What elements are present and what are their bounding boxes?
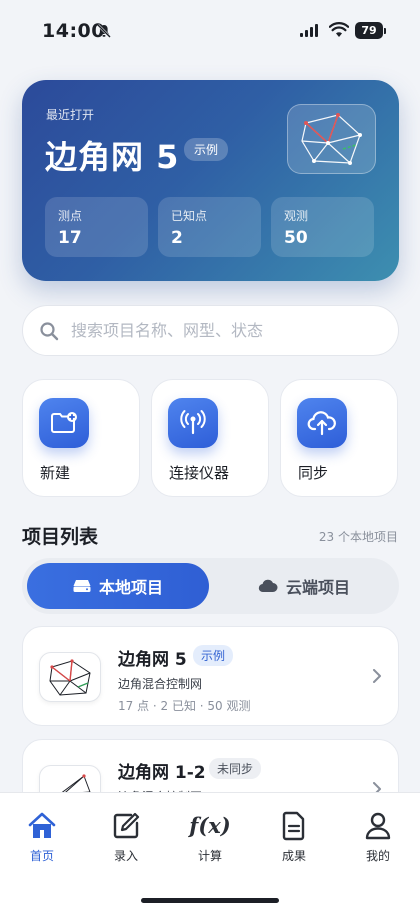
stat-value: 2 — [171, 228, 183, 248]
search-input[interactable] — [71, 321, 371, 340]
sync-label: 同步 — [298, 464, 329, 482]
project-card[interactable]: 边角网 5 示例 边角混合控制网 17 点 · 2 已知 · 50 观测 — [22, 626, 399, 726]
stat-points: 测点 17 — [45, 197, 148, 257]
stat-value: 17 — [58, 228, 82, 248]
tab-local-label: 本地项目 — [98, 578, 163, 597]
tab-home[interactable]: 首页 — [12, 811, 72, 864]
new-project-button[interactable]: 新建 — [22, 379, 140, 497]
tab-results-label: 成果 — [281, 849, 306, 863]
status-bar: 14:00 79 — [0, 0, 420, 60]
recent-project-title: 边角网 5 — [45, 138, 180, 176]
antenna-icon — [168, 398, 218, 448]
project-name: 边角网 5 — [118, 650, 187, 670]
recent-label: 最近打开 — [46, 108, 95, 122]
connect-instrument-button[interactable]: 连接仪器 — [151, 379, 269, 497]
stat-label: 已知点 — [171, 209, 208, 223]
drive-icon — [73, 580, 91, 592]
edit-icon — [113, 812, 140, 839]
new-project-label: 新建 — [40, 464, 71, 482]
battery-indicator: 79 — [355, 22, 386, 39]
tab-cloud-label: 云端项目 — [285, 578, 350, 597]
example-badge: 示例 — [184, 138, 229, 161]
document-icon — [282, 811, 305, 841]
tab-cloud-projects[interactable]: 云端项目 — [214, 563, 394, 609]
tab-compute[interactable]: f(x) 计算 — [180, 811, 240, 864]
project-type: 边角混合控制网 — [118, 677, 203, 691]
project-list-title: 项目列表 — [22, 526, 99, 548]
tab-entry-label: 录入 — [113, 849, 138, 863]
local-project-count: 23 个本地项目 — [318, 530, 398, 544]
search-icon — [40, 321, 59, 340]
tab-compute-label: 计算 — [197, 849, 222, 863]
example-badge: 示例 — [193, 645, 234, 666]
new-folder-icon — [39, 398, 89, 448]
signal-icon — [300, 24, 318, 37]
home-icon — [28, 812, 56, 838]
sync-button[interactable]: 同步 — [280, 379, 398, 497]
network-thumbnail — [39, 652, 101, 702]
wifi-icon — [329, 22, 349, 37]
fx-icon: f(x) — [189, 813, 231, 838]
unsynced-badge: 未同步 — [209, 758, 262, 779]
tab-results[interactable]: 成果 — [264, 811, 324, 864]
project-source-segment: 本地项目 云端项目 — [22, 558, 399, 614]
stat-label: 测点 — [58, 209, 83, 223]
project-stats: 测点 17 已知点 2 观测 50 — [45, 197, 374, 257]
network-thumbnail — [287, 104, 376, 174]
stat-label: 观测 — [284, 209, 309, 223]
stat-known-points: 已知点 2 — [158, 197, 261, 257]
chevron-right-icon — [373, 669, 381, 683]
recent-project-card[interactable]: 最近打开 边角网 5 示例 测点 17 已知点 2 观测 50 — [22, 80, 399, 281]
network-diagram-icon — [49, 659, 91, 696]
project-meta: 17 点 · 2 已知 · 50 观测 — [118, 699, 251, 713]
home-indicator — [141, 898, 279, 903]
search-bar[interactable] — [22, 305, 399, 356]
stat-observations: 观测 50 — [271, 197, 374, 257]
tab-home-label: 首页 — [29, 849, 54, 863]
project-name: 边角网 1-2 — [118, 763, 206, 783]
bell-muted-icon — [97, 24, 111, 38]
stat-value: 50 — [284, 228, 308, 248]
quick-actions: 新建 连接仪器 同步 — [22, 379, 398, 497]
connect-instrument-label: 连接仪器 — [169, 464, 230, 482]
cloud-upload-icon — [297, 398, 347, 448]
bottom-tab-bar: 首页 录入 f(x) 计算 成果 我的 — [0, 792, 420, 911]
tab-profile-label: 我的 — [365, 849, 390, 863]
tab-entry[interactable]: 录入 — [96, 811, 156, 864]
user-icon — [365, 812, 391, 840]
tab-local-projects[interactable]: 本地项目 — [27, 563, 209, 609]
cloud-icon — [258, 579, 278, 593]
network-diagram-icon — [301, 113, 362, 165]
tab-profile[interactable]: 我的 — [348, 811, 408, 864]
